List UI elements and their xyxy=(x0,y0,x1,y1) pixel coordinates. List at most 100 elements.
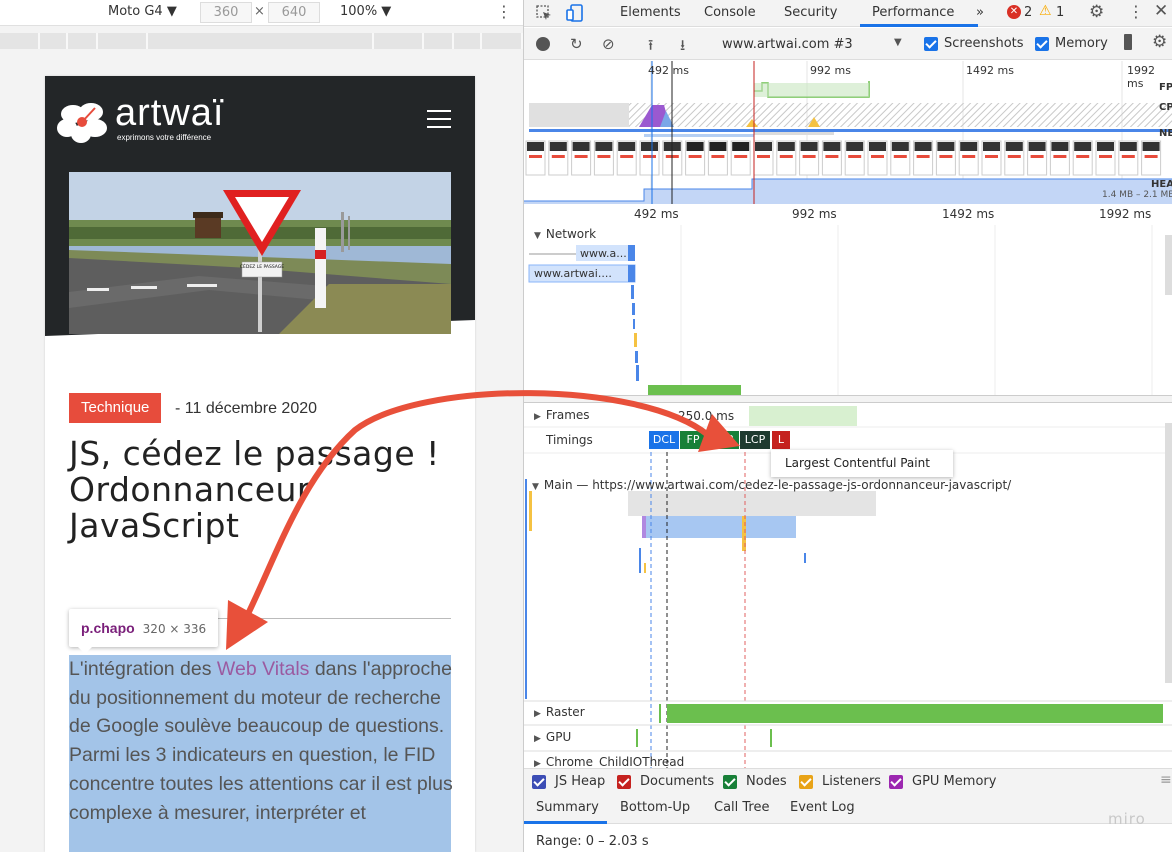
media-query-segment[interactable] xyxy=(0,33,40,49)
screenshot-thumbnail-header xyxy=(960,142,978,151)
memory-checkbox[interactable] xyxy=(1035,37,1049,51)
tab-event-log[interactable]: Event Log xyxy=(790,800,855,815)
expand-triangle-icon: ▼ xyxy=(532,482,539,492)
listeners-checkbox[interactable] xyxy=(799,775,813,789)
nodes-checkbox[interactable] xyxy=(723,775,737,789)
post-title: JS, cédez le passage ! Ordonnanceur Java… xyxy=(69,434,440,545)
width-input[interactable]: 360 xyxy=(200,2,252,23)
warning-count[interactable]: 1 xyxy=(1056,5,1064,20)
devtools-tab-bar: Elements Console Security Performance » … xyxy=(524,0,1172,27)
post-date: - 11 décembre 2020 xyxy=(175,400,318,417)
memory-counters-bar: JS Heap Documents Nodes Listeners GPU Me… xyxy=(524,768,1172,794)
media-query-segment[interactable] xyxy=(68,33,98,49)
web-vitals-link[interactable]: Web Vitals xyxy=(217,658,310,680)
media-query-segment[interactable] xyxy=(40,33,68,49)
screenshot-thumbnail-header xyxy=(686,142,704,151)
record-icon[interactable] xyxy=(536,37,550,51)
network-request[interactable]: www.artwai.... xyxy=(534,267,612,280)
network-label-text: Network xyxy=(545,227,597,241)
height-input[interactable]: 640 xyxy=(268,2,320,23)
ruler-tick: 492 ms xyxy=(634,207,679,221)
overview-tick: 1492 ms xyxy=(966,64,1014,77)
tab-console[interactable]: Console xyxy=(704,5,756,20)
media-query-segment[interactable] xyxy=(374,33,424,49)
flamechart-ruler: 492 ms 992 ms 1492 ms 1992 ms xyxy=(524,205,1172,225)
chrome-io-track-label[interactable]: ▶ Chrome_ChildIOThread xyxy=(534,755,684,767)
category-badge[interactable]: Technique xyxy=(69,393,162,423)
logo-tagline: exprimons votre différence xyxy=(117,133,212,142)
network-track[interactable]: ▼ Network www.a... www.artwai.... xyxy=(524,225,1172,395)
gpu-memory-checkbox[interactable] xyxy=(889,775,903,789)
tab-bottom-up[interactable]: Bottom-Up xyxy=(620,800,690,815)
timing-marker-load[interactable]: L xyxy=(772,431,790,449)
close-icon[interactable]: ✕ xyxy=(1154,1,1168,21)
reload-record-icon[interactable]: ↻ xyxy=(570,35,583,53)
tab-summary[interactable]: Summary xyxy=(536,800,599,815)
error-count[interactable]: 2 xyxy=(1024,5,1032,20)
media-query-segment[interactable] xyxy=(148,33,374,49)
tab-call-tree[interactable]: Call Tree xyxy=(714,800,770,815)
error-icon[interactable]: ✕ xyxy=(1007,5,1021,19)
save-profile-icon[interactable]: ⭳ xyxy=(680,35,685,60)
screenshots-label: Screenshots xyxy=(944,36,1024,51)
media-query-segment[interactable] xyxy=(482,33,523,49)
clear-icon[interactable]: ⊘ xyxy=(602,35,615,53)
more-options-icon[interactable]: ⋮ xyxy=(496,2,512,21)
network-track-label[interactable]: ▼ Network xyxy=(534,227,596,241)
load-profile-icon[interactable]: ⭱ xyxy=(648,35,653,60)
tab-performance[interactable]: Performance xyxy=(872,5,954,20)
screenshot-thumbnail-header xyxy=(618,142,636,151)
chevron-down-icon[interactable]: ▼ xyxy=(894,37,902,48)
zoom-select[interactable]: 100% ▼ xyxy=(340,4,391,19)
screenshot-thumbnail-header xyxy=(937,142,955,151)
timing-marker-fcp[interactable]: FCP xyxy=(707,431,739,449)
screenshot-thumbnail-badge xyxy=(620,155,634,158)
media-query-segment[interactable] xyxy=(424,33,454,49)
timing-marker-lcp[interactable]: LCP xyxy=(740,431,770,449)
tab-elements[interactable]: Elements xyxy=(620,5,681,20)
hamburger-menu-icon[interactable] xyxy=(427,110,451,128)
active-tab-indicator xyxy=(860,24,978,27)
timing-marker-dcl[interactable]: DCL xyxy=(649,431,679,449)
gpu-track-label[interactable]: ▶ GPU xyxy=(534,730,571,744)
screenshot-thumbnail-badge xyxy=(985,155,998,158)
garbage-collect-icon[interactable] xyxy=(1124,34,1132,50)
screenshot-thumbnail-badge xyxy=(643,155,656,158)
frames-track-label[interactable]: ▶ Frames xyxy=(534,408,590,422)
screenshot-thumbnail-header xyxy=(732,142,750,151)
active-details-tab-indicator xyxy=(524,821,607,824)
tab-security[interactable]: Security xyxy=(784,5,837,20)
screenshot-thumbnail-header xyxy=(572,142,590,151)
timing-marker-fp[interactable]: FP xyxy=(680,431,706,449)
screenshot-thumbnail-badge xyxy=(802,155,816,158)
pane-splitter[interactable] xyxy=(524,395,1172,403)
more-tabs-button[interactable]: » xyxy=(976,5,984,20)
screenshot-thumbnail-badge xyxy=(779,155,793,158)
cpu-label: CPU xyxy=(1159,102,1172,113)
inspect-element-icon[interactable] xyxy=(536,5,552,21)
recording-select[interactable]: www.artwai.com #3 xyxy=(722,37,853,52)
screenshot-thumbnail-header xyxy=(1028,142,1046,151)
warning-icon[interactable]: ⚠ xyxy=(1039,3,1052,19)
settings-gear-icon[interactable]: ⚙ xyxy=(1089,2,1104,22)
device-select[interactable]: Moto G4 ▼ xyxy=(108,4,177,19)
documents-checkbox[interactable] xyxy=(617,775,631,789)
timeline-overview[interactable]: 492 ms 992 ms 1492 ms 1992 ms FPS CPU NE… xyxy=(524,61,1172,204)
device-toolbar-icon[interactable] xyxy=(566,4,584,22)
capture-settings-icon[interactable]: ⚙ xyxy=(1152,32,1167,52)
hibiscus-logo-icon[interactable] xyxy=(55,100,113,146)
js-heap-checkbox[interactable] xyxy=(532,775,546,789)
media-query-segment[interactable] xyxy=(454,33,482,49)
js-heap-label: JS Heap xyxy=(555,774,606,789)
devtools-menu-icon[interactable]: ⋮ xyxy=(1128,2,1144,21)
listeners-label: Listeners xyxy=(822,774,882,789)
drag-handle-icon[interactable]: ≡ xyxy=(1160,772,1172,788)
media-query-segment[interactable] xyxy=(98,33,148,49)
screenshot-thumbnail-badge xyxy=(597,155,611,158)
screenshots-checkbox[interactable] xyxy=(924,37,938,51)
raster-track-label[interactable]: ▶ Raster xyxy=(534,705,585,719)
main-thread-label[interactable]: ▼ Main — https://www.artwai.com/cedez-le-… xyxy=(532,478,1011,492)
logo-wordmark[interactable]: artwaï xyxy=(115,92,224,135)
screenshot-thumbnail-header xyxy=(891,142,909,151)
network-request[interactable]: www.a... xyxy=(580,247,627,260)
